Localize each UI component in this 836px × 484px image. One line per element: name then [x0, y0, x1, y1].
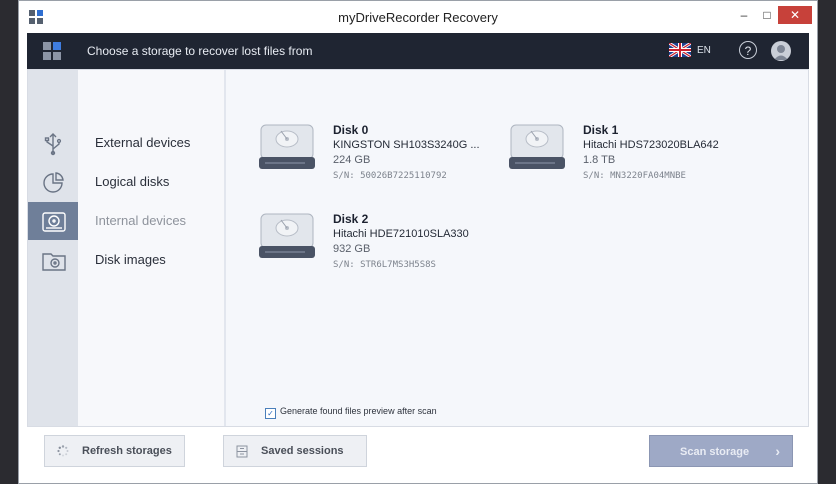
header-bar: Choose a storage to recover lost files f…: [27, 33, 809, 69]
nav-external-devices[interactable]: External devices: [95, 135, 190, 150]
disk-size: 932 GB: [333, 243, 371, 255]
chevron-right-icon: ›: [775, 443, 780, 459]
nav-disk-images[interactable]: Disk images: [95, 252, 166, 267]
rail-logical-disks[interactable]: [28, 163, 78, 201]
hard-drive-icon: [509, 124, 565, 169]
disk-size: 224 GB: [333, 154, 371, 166]
title-bar: myDriveRecorder Recovery – □ ✕: [19, 1, 817, 33]
user-avatar[interactable]: [771, 41, 791, 61]
hard-drive-icon: [42, 212, 66, 232]
storage-prompt: Choose a storage to recover lost files f…: [87, 44, 313, 58]
app-logo-icon: [43, 42, 61, 60]
disk-model: Hitachi HDS723020BLA642: [583, 139, 719, 151]
nav-icon-rail: [28, 70, 78, 426]
sessions-list-icon: [236, 445, 248, 458]
preview-checkbox[interactable]: ✓: [265, 408, 276, 419]
hard-drive-icon: [259, 124, 315, 169]
app-window: myDriveRecorder Recovery – □ ✕ Choose a …: [18, 0, 818, 484]
disk-image-icon: [42, 253, 66, 271]
disk-serial: S/N: MN3220FA04MNBE: [583, 171, 686, 181]
nav-logical-disks[interactable]: Logical disks: [95, 174, 169, 189]
preview-checkbox-label: Generate found files preview after scan: [280, 406, 437, 416]
scan-label: Scan storage: [680, 446, 750, 458]
pie-chart-icon: [43, 172, 64, 193]
disk-serial: S/N: 50026B7225110792: [333, 171, 447, 181]
disk-name: Disk 1: [583, 123, 619, 137]
disk-size: 1.8 TB: [583, 154, 616, 166]
saved-sessions-button[interactable]: Saved sessions: [223, 435, 367, 467]
window-title: myDriveRecorder Recovery: [338, 10, 498, 25]
disk-serial: S/N: STR6L7MS3H5S8S: [333, 260, 436, 270]
main-panel: External devices Logical disks Internal …: [27, 69, 809, 427]
preview-option[interactable]: ✓ Generate found files preview after scan: [265, 406, 437, 419]
close-button[interactable]: ✕: [778, 6, 812, 24]
disk-0-card[interactable]: Disk 0 KINGSTON SH103S3240G ... 224 GB S…: [257, 123, 487, 193]
refresh-storages-button[interactable]: Refresh storages: [44, 435, 185, 467]
user-icon: [774, 45, 788, 60]
scan-storage-button[interactable]: Scan storage ›: [649, 435, 793, 467]
rail-internal-devices[interactable]: [28, 202, 78, 240]
disk-model: Hitachi HDE721010SLA330: [333, 228, 469, 240]
help-button[interactable]: ?: [739, 41, 757, 59]
disk-2-card[interactable]: Disk 2 Hitachi HDE721010SLA330 932 GB S/…: [257, 212, 487, 282]
nav-internal-devices[interactable]: Internal devices: [95, 213, 186, 228]
usb-icon: [44, 133, 62, 156]
disk-model: KINGSTON SH103S3240G ...: [333, 139, 480, 151]
refresh-spinner-icon: [57, 445, 69, 457]
rail-disk-images[interactable]: [28, 241, 78, 279]
maximize-button[interactable]: □: [757, 6, 777, 24]
uk-flag-icon[interactable]: [669, 43, 691, 57]
minimize-button[interactable]: –: [734, 6, 754, 24]
nav-list: External devices Logical disks Internal …: [78, 70, 226, 426]
hard-drive-icon: [259, 213, 315, 258]
disk-name: Disk 0: [333, 123, 369, 137]
sessions-label: Saved sessions: [261, 445, 344, 457]
rail-external-devices[interactable]: [28, 124, 78, 162]
language-label[interactable]: EN: [697, 45, 711, 56]
refresh-label: Refresh storages: [82, 445, 172, 457]
disk-name: Disk 2: [333, 212, 369, 226]
disk-1-card[interactable]: Disk 1 Hitachi HDS723020BLA642 1.8 TB S/…: [507, 123, 737, 193]
